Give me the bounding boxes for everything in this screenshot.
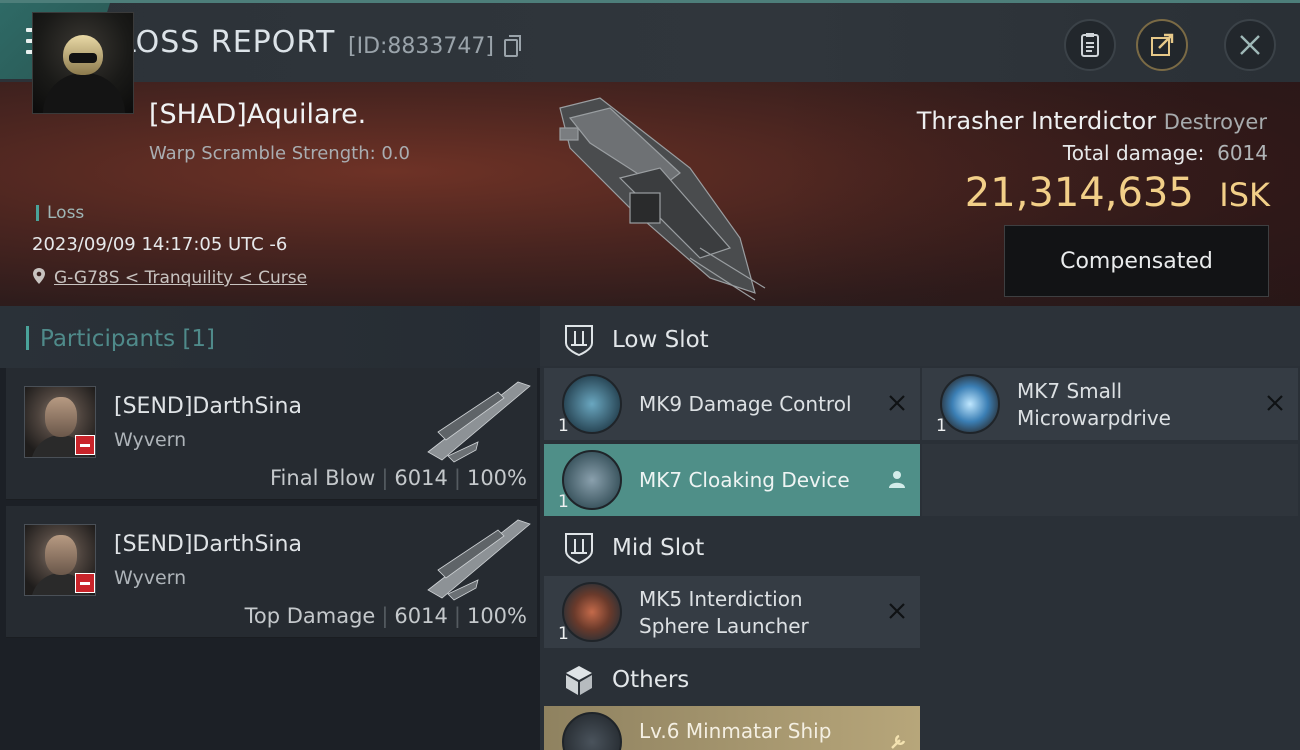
location-link[interactable]: G-G78S < Tranquility < Curse xyxy=(54,268,307,288)
damage-control-icon xyxy=(562,374,622,434)
participant-avatar[interactable] xyxy=(24,524,96,596)
participant-damage: 6014 xyxy=(394,466,448,490)
microwarpdrive-icon xyxy=(940,374,1000,434)
module-qty: 1 xyxy=(558,416,569,436)
participants-title: Participants xyxy=(40,326,176,352)
total-damage: Total damage: 6014 xyxy=(1062,141,1268,165)
participant-role: Final Blow xyxy=(270,466,376,490)
participant-stats: Final Blow | 6014 | 100% xyxy=(270,466,527,490)
module-item[interactable]: Lv.6 Minmatar Ship xyxy=(544,706,920,750)
mid-slot-icon xyxy=(565,533,593,565)
destroyed-ship-image xyxy=(559,97,766,301)
copy-icon[interactable] xyxy=(504,35,521,57)
participant-row[interactable]: [SEND]DarthSina Wyvern Top Damage | 6014 | 1… xyxy=(6,506,537,638)
destroyed-x-icon xyxy=(889,603,905,619)
module-item[interactable]: 1 MK5 Interdiction Sphere Launcher xyxy=(544,576,920,648)
close-icon xyxy=(1240,35,1260,55)
loss-tag: Loss xyxy=(36,205,84,222)
isk-value: 21,314,635 ISK xyxy=(964,170,1270,216)
fitting-panel: Low Slot 1 MK9 Damage Control 1 MK7 Smal… xyxy=(540,306,1300,750)
participant-damage: 6014 xyxy=(394,604,448,628)
share-button[interactable] xyxy=(1136,19,1188,71)
page-title: LOSS REPORT xyxy=(119,25,336,60)
ship-skin-icon xyxy=(562,712,622,750)
hostile-badge-icon xyxy=(75,573,95,593)
mid-slot-label: Mid Slot xyxy=(612,535,705,561)
participant-percent: 100% xyxy=(466,604,527,628)
clipboard-icon xyxy=(1081,33,1099,57)
others-header: Others xyxy=(544,648,920,712)
top-bar: LOSS REPORT [ID:8833747] xyxy=(0,0,1300,82)
ship-class: Destroyer xyxy=(1163,110,1267,134)
warp-scramble-strength: Warp Scramble Strength: 0.0 xyxy=(149,143,411,164)
kill-datetime: 2023/09/09 14:17:05 UTC -6 xyxy=(32,234,288,255)
participant-role: Top Damage xyxy=(244,604,376,628)
module-qty: 1 xyxy=(936,416,947,436)
module-name: Lv.6 Minmatar Ship xyxy=(639,719,832,743)
module-name: MK9 Damage Control xyxy=(639,392,852,416)
participant-ship: Wyvern xyxy=(114,567,187,589)
module-item-selected[interactable]: 1 MK7 Cloaking Device xyxy=(544,444,920,516)
module-qty: 1 xyxy=(558,624,569,644)
participant-avatar[interactable] xyxy=(24,386,96,458)
participants-panel: Participants [1] [SEND]DarthSina Wyvern … xyxy=(0,306,540,750)
module-name: MK7 Small Microwarpdrive xyxy=(1017,379,1171,430)
low-slot-icon xyxy=(565,325,593,357)
victim-avatar[interactable] xyxy=(32,12,134,114)
cloaking-device-icon xyxy=(562,450,622,510)
cube-icon xyxy=(566,666,592,695)
participant-row[interactable]: [SEND]DarthSina Wyvern Final Blow | 6014 | 1… xyxy=(6,368,537,500)
low-slot-header: Low Slot xyxy=(544,308,920,372)
module-name: MK7 Cloaking Device xyxy=(639,468,850,492)
ship-name: Thrasher Interdictor Destroyer xyxy=(916,107,1267,135)
participant-percent: 100% xyxy=(466,466,527,490)
module-item[interactable]: 1 MK7 Small Microwarpdrive xyxy=(922,368,1298,440)
report-id: [ID:8833747] xyxy=(348,34,494,59)
module-qty: 1 xyxy=(558,492,569,512)
location-pin-icon xyxy=(33,268,45,284)
low-slot-label: Low Slot xyxy=(612,327,709,353)
participants-header: Participants [1] xyxy=(0,306,540,368)
interdiction-launcher-icon xyxy=(562,582,622,642)
participant-name: [SEND]DarthSina xyxy=(114,394,302,419)
hostile-badge-icon xyxy=(75,435,95,455)
participant-ship: Wyvern xyxy=(114,429,187,451)
share-icon xyxy=(1151,33,1174,56)
participant-name: [SEND]DarthSina xyxy=(114,532,302,557)
wrench-icon xyxy=(891,734,906,749)
compensated-button[interactable]: Compensated xyxy=(1004,225,1269,297)
mid-slot-header: Mid Slot xyxy=(544,516,920,580)
participant-stats: Top Damage | 6014 | 100% xyxy=(244,604,527,628)
module-item[interactable]: 1 MK9 Damage Control xyxy=(544,368,920,440)
clipboard-button[interactable] xyxy=(1064,19,1116,71)
module-name: MK5 Interdiction Sphere Launcher xyxy=(639,587,809,638)
destroyed-x-icon xyxy=(889,395,905,411)
destroyed-x-icon xyxy=(1267,395,1283,411)
dropped-person-icon xyxy=(889,471,905,488)
others-label: Others xyxy=(612,667,690,693)
participant-ship-icon xyxy=(427,519,531,601)
victim-name: [SHAD]Aquilare. xyxy=(149,99,367,130)
participants-count: [1] xyxy=(182,326,216,352)
close-button[interactable] xyxy=(1224,19,1276,71)
participant-ship-icon xyxy=(427,381,531,463)
